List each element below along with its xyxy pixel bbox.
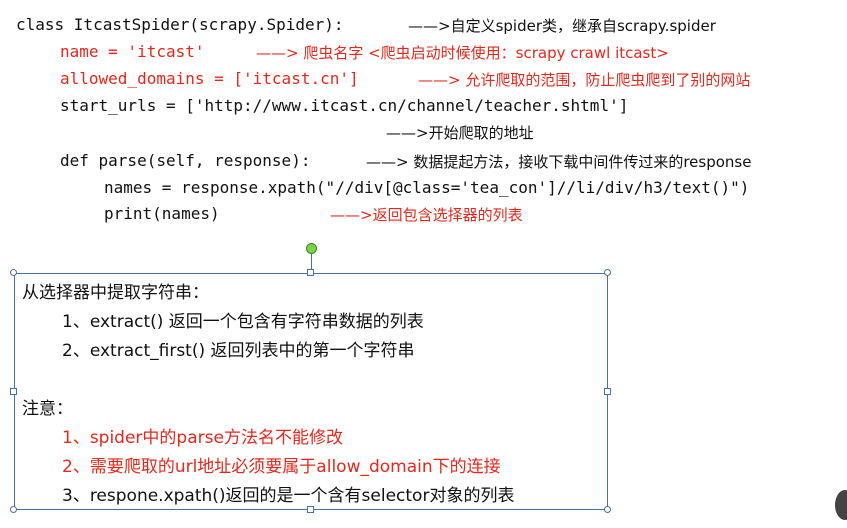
code-line-start-urls: start_urls = ['http://www.itcast.cn/chan…	[60, 96, 629, 115]
annotation-print: ——>返回包含选择器的列表	[330, 206, 523, 224]
annotation-class: ——>自定义spider类，继承自scrapy.spider	[408, 17, 716, 35]
resize-handle-top[interactable]	[307, 269, 314, 276]
code-line-parse: def parse(self, response):	[60, 151, 311, 170]
box-note-3: 3、respone.xpath()返回的是一个含有selector对象的列表	[62, 486, 515, 506]
resize-handle-top-left[interactable]	[10, 269, 17, 276]
box-note-2: 2、需要爬取的url地址必须要属于allow_domain下的连接	[62, 457, 501, 477]
code-line-name: name = 'itcast'	[60, 42, 205, 61]
edge-shadow	[835, 490, 847, 520]
box-item-extract: 1、extract() 返回一个包含有字符串数据的列表	[62, 312, 424, 332]
resize-handle-left[interactable]	[10, 388, 17, 395]
annotation-allowed-domains: ——> 允许爬取的范围，防止爬虫爬到了别的网站	[418, 71, 751, 89]
rotation-handle[interactable]	[306, 243, 317, 254]
annotation-name: ——> 爬虫名字 <爬虫启动时候使用：scrapy crawl itcast>	[256, 44, 669, 62]
box-item-extract-first: 2、extract_first() 返回列表中的第一个字符串	[62, 341, 415, 361]
rotation-handle-stem	[311, 254, 312, 270]
resize-handle-bottom-left[interactable]	[10, 506, 17, 513]
box-note-1: 1、spider中的parse方法名不能修改	[62, 428, 343, 448]
code-line-print: print(names)	[104, 204, 220, 223]
resize-handle-top-right[interactable]	[604, 269, 611, 276]
annotation-start-urls: ——>开始爬取的地址	[386, 124, 534, 142]
code-line-names: names = response.xpath("//div[@class='te…	[104, 178, 750, 197]
code-line-allowed-domains: allowed_domains = ['itcast.cn']	[60, 69, 359, 88]
annotation-parse: ——> 数据提起方法，接收下载中间件传过来的response	[366, 153, 752, 171]
resize-handle-right[interactable]	[604, 388, 611, 395]
code-line-class: class ItcastSpider(scrapy.Spider):	[16, 15, 344, 34]
box-note-heading: 注意：	[22, 399, 73, 419]
box-heading: 从选择器中提取字符串：	[22, 283, 209, 303]
resize-handle-bottom-right[interactable]	[604, 506, 611, 513]
